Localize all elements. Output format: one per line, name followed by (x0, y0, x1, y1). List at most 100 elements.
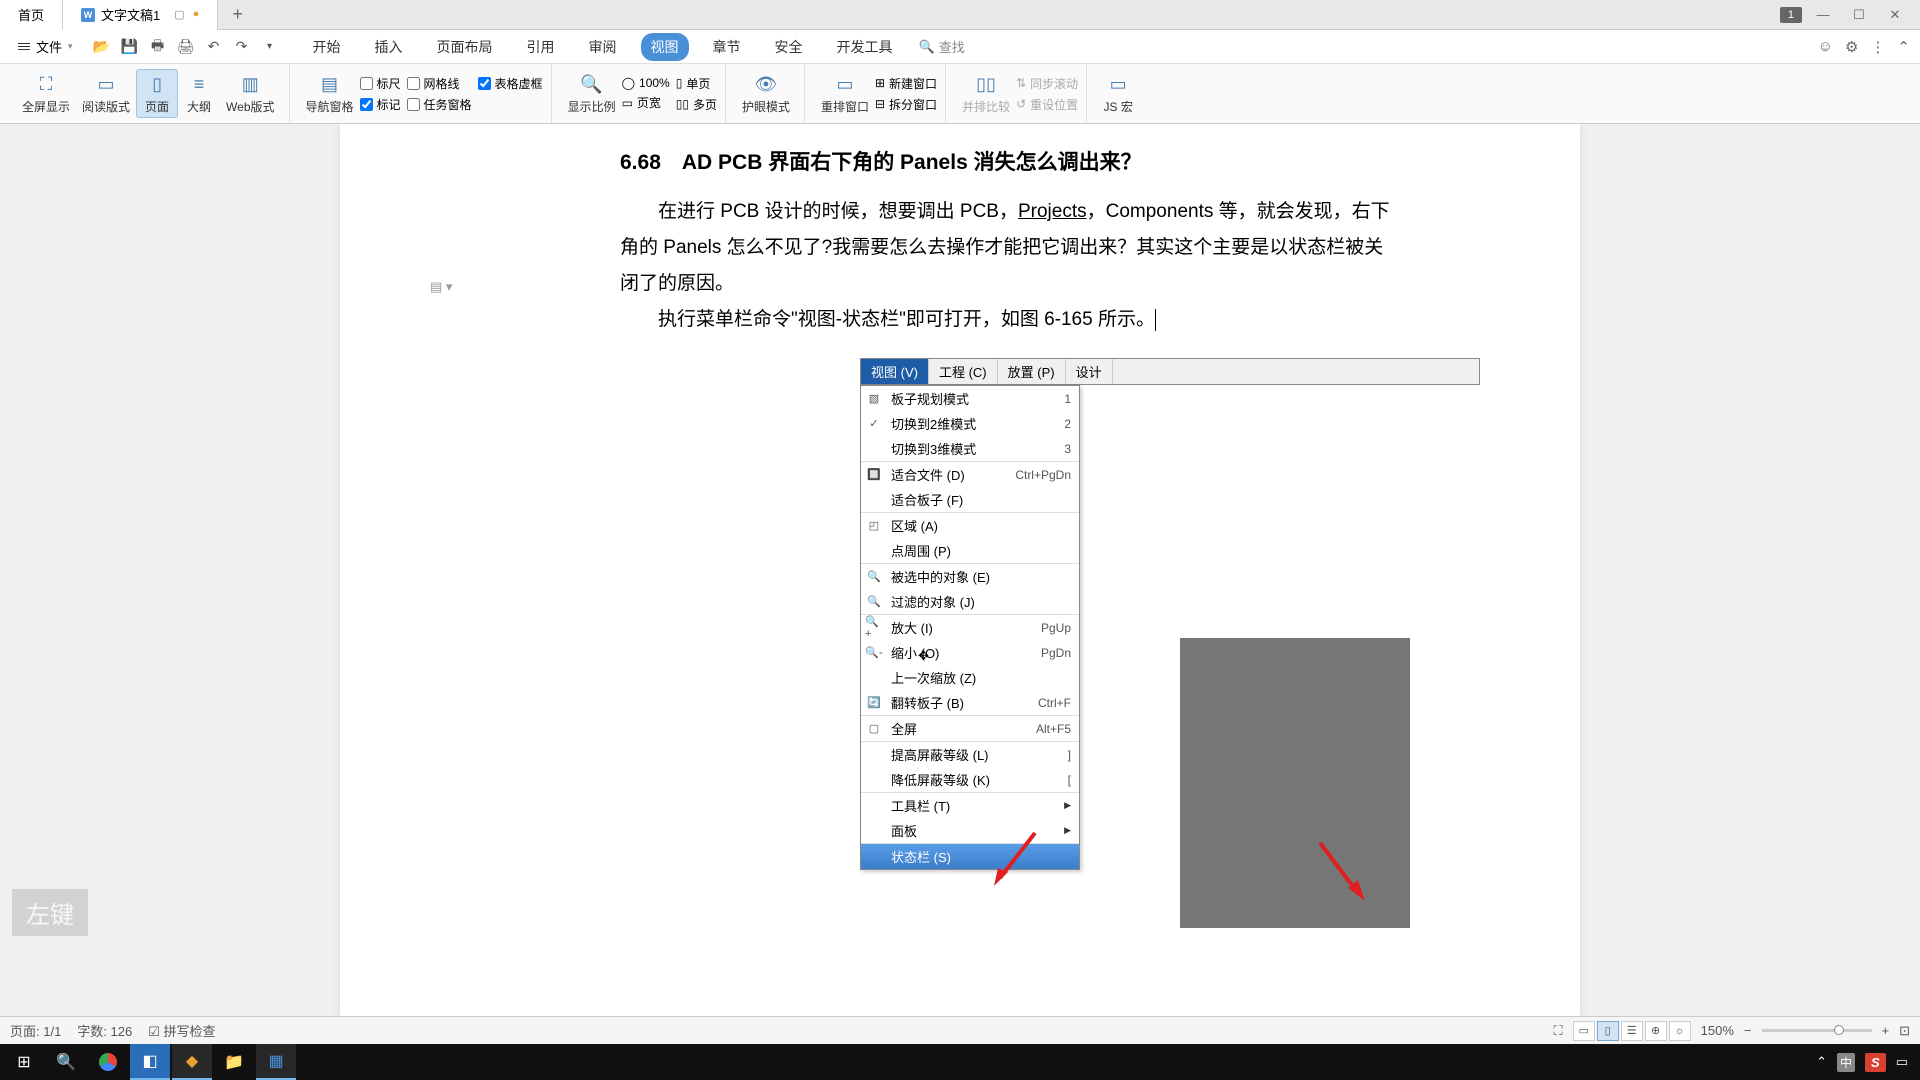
split-window-button[interactable]: ⊟ 拆分窗口 (875, 96, 937, 113)
file-menu[interactable]: 文件 ▾ (10, 33, 81, 60)
emb-item-label: 缩小 (O) (891, 643, 1033, 662)
js-macro-button[interactable]: ▭JS 宏 (1097, 70, 1139, 117)
menu-tab-devtools[interactable]: 开发工具 (827, 33, 903, 61)
menu-tab-chapter[interactable]: 章节 (703, 33, 751, 61)
tab-split-icon[interactable]: ▢ (174, 8, 184, 21)
minimize-button[interactable]: — (1808, 5, 1838, 25)
chevron-down-icon[interactable]: ▾ (261, 38, 279, 56)
undo-icon[interactable]: ↶ (205, 38, 223, 56)
grey-panel (1180, 638, 1410, 928)
emb-menu-item: ▢全屏Alt+F5 (861, 715, 1079, 741)
menu-tab-start[interactable]: 开始 (303, 33, 351, 61)
fit-page-icon[interactable]: ⊡ (1899, 1023, 1910, 1039)
menu-tab-view[interactable]: 视图 (641, 33, 689, 61)
new-window-button[interactable]: ⊞ 新建窗口 (875, 75, 937, 92)
save-icon[interactable]: 💾 (121, 38, 139, 56)
maximize-button[interactable]: ☐ (1844, 5, 1874, 25)
view-web-icon[interactable]: ⊕ (1645, 1021, 1667, 1041)
sync-scroll-button: ⇅ 同步滚动 (1016, 75, 1078, 92)
ime-lang[interactable]: 中 (1837, 1053, 1855, 1072)
view-eye-icon[interactable]: ☼ (1669, 1021, 1691, 1041)
spellcheck[interactable]: ☑ 拼写检查 (148, 1021, 215, 1040)
settings-icon[interactable]: ⚙ (1845, 38, 1858, 56)
zoom-out-button[interactable]: − (1744, 1023, 1752, 1038)
full-screen-button[interactable]: ⛶全屏显示 (16, 70, 76, 117)
app-2-icon[interactable]: ◆ (172, 1044, 212, 1080)
menu-tab-reference[interactable]: 引用 (517, 33, 565, 61)
document-content[interactable]: 6.68 AD PCB 界面右下角的 Panels 消失怎么调出来？ 在进行 P… (620, 124, 1400, 870)
emb-item-label: 降低屏蔽等级 (K) (891, 770, 1060, 789)
page-info[interactable]: 页面: 1/1 (10, 1021, 61, 1040)
multi-page-button[interactable]: ▯▯ 多页 (676, 96, 717, 113)
fullscreen-icon[interactable]: ⛶ (1554, 1023, 1563, 1039)
menu-tab-security[interactable]: 安全 (765, 33, 813, 61)
emb-menu-item: 降低屏蔽等级 (K)[ (861, 767, 1079, 792)
emb-item-label: 适合板子 (F) (891, 490, 1063, 509)
word-count[interactable]: 字数: 126 (77, 1021, 132, 1040)
side-by-side-button: ▯▯并排比较 (956, 70, 1016, 117)
start-button[interactable]: ⊞ (4, 1044, 44, 1080)
eye-mode-button[interactable]: 👁护眼模式 (736, 70, 796, 117)
rearrange-button[interactable]: ▭重排窗口 (815, 70, 875, 117)
search-box[interactable]: 🔍 查找 (919, 37, 965, 56)
menu-tab-review[interactable]: 审阅 (579, 33, 627, 61)
ruler-checkbox[interactable]: 标尺 (360, 75, 401, 92)
tab-document[interactable]: W 文字文稿1 ▢ ● (63, 0, 218, 30)
emb-menu-view: 视图 (V) (861, 359, 929, 384)
ime-sogou-icon[interactable]: S (1865, 1053, 1886, 1072)
paragraph-marker-icon[interactable]: ▤ ▾ (430, 279, 452, 295)
view-read-icon[interactable]: ▭ (1573, 1021, 1595, 1041)
print-preview-icon[interactable]: 🖨 (177, 38, 195, 56)
menu-tab-insert[interactable]: 插入 (365, 33, 413, 61)
app-1-icon[interactable]: ◧ (130, 1044, 170, 1080)
print-icon[interactable]: 🖶 (149, 38, 167, 56)
read-layout-button[interactable]: ▭阅读版式 (76, 70, 136, 117)
hamburger-icon (18, 43, 30, 50)
emb-item-icon (865, 772, 883, 788)
pct100-button[interactable]: ◯ 100% (622, 76, 670, 90)
view-page-icon[interactable]: ▯ (1597, 1021, 1619, 1041)
open-icon[interactable]: 📂 (93, 38, 111, 56)
document-area[interactable]: ▤ ▾ 6.68 AD PCB 界面右下角的 Panels 消失怎么调出来？ 在… (0, 124, 1920, 1016)
collapse-ribbon-icon[interactable]: ⌃ (1897, 38, 1910, 56)
nav-pane-button[interactable]: ▤导航窗格 (300, 70, 360, 117)
emb-item-label: 翻转板子 (B) (891, 693, 1030, 712)
gridlines-checkbox[interactable]: 网格线 (407, 75, 472, 92)
notifications-icon[interactable]: ▭ (1896, 1054, 1908, 1070)
zoom-in-button[interactable]: + (1882, 1023, 1890, 1038)
outline-button[interactable]: ≡大纲 (178, 70, 220, 117)
search-button[interactable]: 🔍 (46, 1044, 86, 1080)
web-view-button[interactable]: ▥Web版式 (220, 70, 280, 117)
wps-icon[interactable]: ▦ (256, 1044, 296, 1080)
zoom-slider[interactable] (1762, 1029, 1872, 1032)
zoom-value[interactable]: 150% (1701, 1023, 1734, 1038)
taskpane-checkbox[interactable]: 任务窗格 (407, 96, 472, 113)
zoom-button[interactable]: 🔍显示比例 (562, 70, 622, 117)
chrome-icon[interactable] (88, 1044, 128, 1080)
web-icon: ▥ (238, 72, 262, 96)
notification-badge[interactable]: 1 (1780, 7, 1802, 23)
emb-item-label: 上一次缩放 (Z) (891, 668, 1063, 687)
feedback-icon[interactable]: ☺ (1818, 38, 1833, 56)
redo-icon[interactable]: ↷ (233, 38, 251, 56)
tab-add-button[interactable]: + (218, 4, 257, 25)
explorer-icon[interactable]: 📁 (214, 1044, 254, 1080)
emb-menu-design: 设计 (1066, 359, 1113, 384)
page-view-button[interactable]: ▯页面 (136, 69, 178, 118)
emb-item-shortcut: PgUp (1041, 621, 1071, 635)
more-icon[interactable]: ⋮ (1870, 38, 1885, 56)
titlebar: 首页 W 文字文稿1 ▢ ● + 1 — ☐ ✕ (0, 0, 1920, 30)
emb-item-icon: 🔍+ (865, 620, 883, 636)
single-page-button[interactable]: ▯ 单页 (676, 75, 717, 92)
markup-checkbox[interactable]: 标记 (360, 96, 401, 113)
page-width-button[interactable]: ▭ 页宽 (622, 94, 670, 111)
view-outline-icon[interactable]: ☰ (1621, 1021, 1643, 1041)
emb-item-label: 适合文件 (D) (891, 465, 1007, 484)
tray-chevron-icon[interactable]: ⌃ (1816, 1054, 1827, 1070)
menu-tab-layout[interactable]: 页面布局 (427, 33, 503, 61)
emb-menu-item: ▧板子规划模式1 (861, 386, 1079, 411)
emb-item-label: 工具栏 (T) (891, 796, 1056, 815)
table-dash-checkbox[interactable]: 表格虚框 (478, 75, 543, 92)
tab-home[interactable]: 首页 (0, 0, 63, 30)
close-button[interactable]: ✕ (1880, 5, 1910, 25)
